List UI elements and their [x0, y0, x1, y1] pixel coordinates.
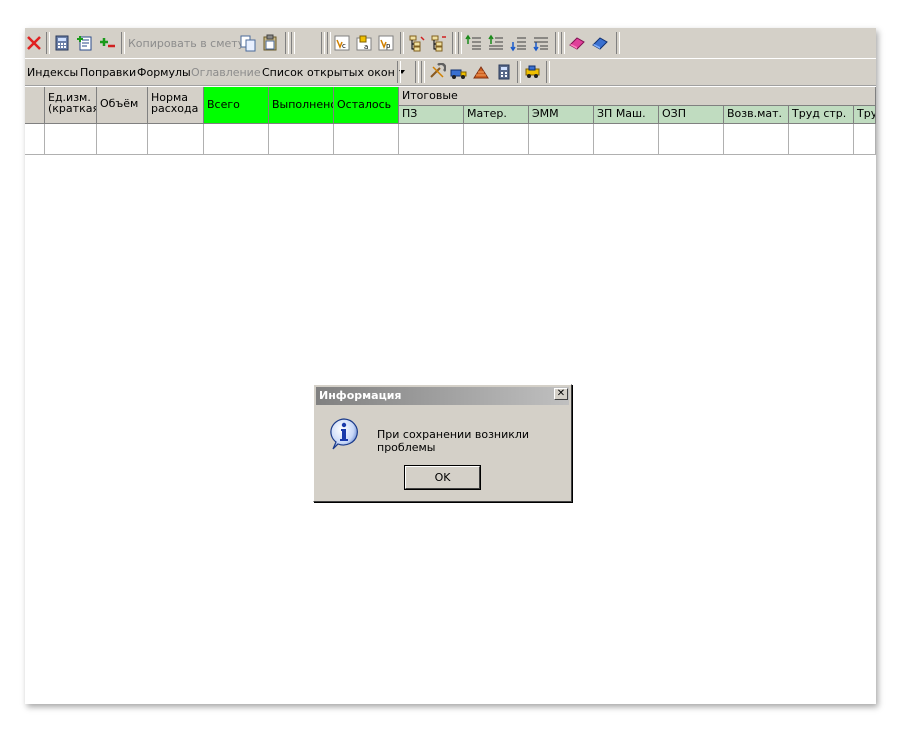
- toolbar-separator: [285, 32, 289, 54]
- ok-button[interactable]: OK: [404, 465, 481, 490]
- machine-truck-icon[interactable]: [450, 63, 468, 81]
- grid-cell[interactable]: [854, 124, 876, 155]
- toolbar-separator: [327, 32, 331, 54]
- resource-materials-icon[interactable]: a: [355, 34, 373, 52]
- formulas-label: Формулы: [137, 65, 191, 79]
- lc-resource-icon[interactable]: c: [333, 34, 351, 52]
- contents-menu[interactable]: Оглавление: [191, 59, 261, 85]
- delete-icon[interactable]: [25, 34, 43, 52]
- calculator-sheet-icon[interactable]: [53, 34, 71, 52]
- indexes-label: Индексы: [27, 65, 79, 79]
- grid-cell[interactable]: [334, 124, 399, 155]
- column-header-ozp[interactable]: ОЗП: [659, 106, 724, 124]
- tree-collapse-icon[interactable]: [429, 34, 447, 52]
- column-header-labor-builders[interactable]: Труд стр.: [789, 106, 854, 124]
- menu-toolbar: Индексы Поправки Формулы Оглавление Спис…: [25, 58, 876, 86]
- toolbar-separator: [555, 32, 559, 54]
- dialog-message: При сохранении возникли проблемы: [377, 428, 530, 454]
- svg-text:p: p: [386, 42, 391, 50]
- contents-label: Оглавление: [191, 65, 261, 79]
- ok-button-label: OK: [434, 471, 451, 484]
- column-header-done[interactable]: Выполнено: [269, 87, 334, 124]
- svg-text:c: c: [342, 42, 346, 50]
- add-remove-icon[interactable]: [98, 34, 116, 52]
- grid-cell[interactable]: [97, 124, 148, 155]
- grid-cell[interactable]: [148, 124, 204, 155]
- info-icon: [330, 418, 358, 450]
- open-windows-label: Список открытых окон: [262, 65, 395, 79]
- dialog-close-button[interactable]: ✕: [554, 388, 568, 400]
- toolbar-separator: [46, 32, 50, 54]
- copy-icon[interactable]: [239, 34, 257, 52]
- toolbar-separator: [400, 32, 404, 54]
- svg-text:a: a: [364, 43, 368, 51]
- bricks-icon[interactable]: [472, 63, 490, 81]
- transport-icon[interactable]: [524, 63, 542, 81]
- row-indicator[interactable]: [25, 124, 45, 155]
- column-header-total[interactable]: Всего: [204, 87, 269, 124]
- grid-cell[interactable]: [45, 124, 97, 155]
- calculator-icon[interactable]: [495, 63, 513, 81]
- toolbar-separator: [321, 32, 325, 54]
- toolbar-separator: [561, 32, 565, 54]
- indent-down-icon[interactable]: [510, 34, 528, 52]
- outdent-down-icon[interactable]: [532, 34, 550, 52]
- column-group-totals: Итоговые: [399, 87, 876, 106]
- toolbar-separator: [291, 32, 295, 54]
- column-header-remaining[interactable]: Осталось: [334, 87, 399, 124]
- column-header-returned-materials[interactable]: Возв.мат.: [724, 106, 789, 124]
- column-header-volume[interactable]: Объём: [97, 87, 148, 124]
- information-dialog: Информация ✕ При сохранении возникли про…: [313, 384, 572, 502]
- eraser-blue-icon[interactable]: [591, 34, 609, 52]
- toolbar-separator: [546, 61, 550, 83]
- toolbar-separator: [452, 32, 456, 54]
- paste-icon[interactable]: [261, 34, 279, 52]
- resource-np-icon[interactable]: p: [377, 34, 395, 52]
- worker-tools-icon[interactable]: [428, 63, 446, 81]
- formulas-menu[interactable]: Формулы: [137, 59, 191, 85]
- outdent-up-icon[interactable]: [487, 34, 505, 52]
- grid-cell[interactable]: [594, 124, 659, 155]
- column-header-materials[interactable]: Матер.: [464, 106, 529, 124]
- copy-to-estimate-label: Копировать в смету: [128, 36, 245, 50]
- open-windows-dropdown[interactable]: Список открытых окон: [262, 59, 405, 85]
- tree-expand-icon[interactable]: [407, 34, 425, 52]
- grid-cell[interactable]: [529, 124, 594, 155]
- corrections-label: Поправки: [80, 65, 137, 79]
- dialog-title: Информация: [319, 389, 402, 402]
- column-header-machine-wage[interactable]: ЗП Маш.: [594, 106, 659, 124]
- indent-up-icon[interactable]: [465, 34, 483, 52]
- grid-cell[interactable]: [724, 124, 789, 155]
- toolbar-separator: [616, 32, 620, 54]
- toolbar-separator: [421, 61, 425, 83]
- main-toolbar: Копировать в смету c a p: [25, 28, 876, 59]
- close-icon: ✕: [556, 388, 566, 399]
- toolbar-separator: [458, 32, 462, 54]
- toolbar-separator: [397, 61, 401, 83]
- grid-cell[interactable]: [399, 124, 464, 155]
- eraser-pink-icon[interactable]: [568, 34, 586, 52]
- toolbar-separator: [121, 32, 125, 54]
- app-window: Копировать в смету c a p Индексы Поправк…: [25, 28, 876, 704]
- grid-cell[interactable]: [789, 124, 854, 155]
- grid-cell[interactable]: [204, 124, 269, 155]
- column-header-norm[interactable]: Норма расхода: [148, 87, 204, 124]
- dialog-title-bar[interactable]: Информация: [316, 387, 569, 405]
- column-header-emm[interactable]: ЭММ: [529, 106, 594, 124]
- grid-cell[interactable]: [659, 124, 724, 155]
- indexes-menu[interactable]: Индексы: [27, 59, 78, 85]
- column-header-labor[interactable]: Труд: [854, 106, 876, 124]
- column-header-unit[interactable]: Ед.изм. (краткая): [45, 87, 97, 124]
- copy-to-estimate-button[interactable]: Копировать в смету: [128, 28, 244, 58]
- toolbar-separator: [415, 61, 419, 83]
- grid-cell[interactable]: [464, 124, 529, 155]
- add-record-icon[interactable]: [76, 34, 94, 52]
- grid-cell[interactable]: [269, 124, 334, 155]
- column-header-pz[interactable]: ПЗ: [399, 106, 464, 124]
- toolbar-separator: [517, 61, 521, 83]
- corrections-menu[interactable]: Поправки: [80, 59, 136, 85]
- row-indicator-header: [25, 87, 45, 124]
